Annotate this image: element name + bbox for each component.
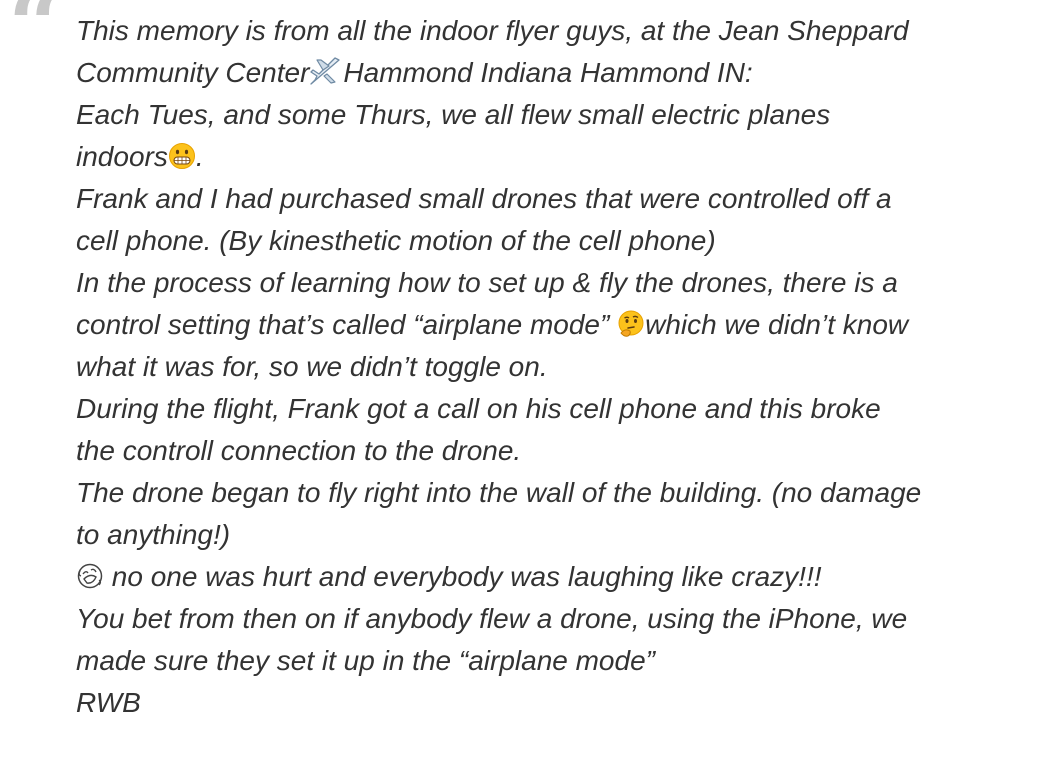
line-text: During the flight, Frank got a call on h…	[76, 393, 881, 424]
quote-line: no one was hurt and everybody was laughi…	[76, 556, 1038, 598]
line-text: what it was for, so we didn’t toggle on.	[76, 351, 548, 382]
quote-line: The drone began to fly right into the wa…	[76, 472, 1038, 514]
line-text: .	[195, 141, 204, 172]
grimacing-face-icon	[168, 140, 196, 182]
airplane-icon	[309, 56, 343, 98]
line-text: cell phone. (By kinesthetic motion of th…	[76, 225, 716, 256]
thinking-face-icon	[617, 308, 645, 350]
quote-line: made sure they set it up in the “airplan…	[76, 640, 1038, 682]
line-text: indoors	[76, 141, 168, 172]
quote-line: This memory is from all the indoor flyer…	[76, 10, 1038, 52]
quote-line: Community Center Hammond Indiana Hammond…	[76, 52, 1038, 94]
line-text: The drone began to fly right into the wa…	[76, 477, 922, 508]
quote-signature: RWB	[76, 682, 1038, 724]
quote-line: what it was for, so we didn’t toggle on.	[76, 346, 1038, 388]
quote-line: Each Tues, and some Thurs, we all flew s…	[76, 94, 1038, 136]
quote-line: control setting that’s called “airplane …	[76, 304, 1038, 346]
quote-line: You bet from then on if anybody flew a d…	[76, 598, 1038, 640]
line-text: You bet from then on if anybody flew a d…	[76, 603, 908, 634]
laughing-tears-outline-icon	[76, 560, 104, 602]
line-text: control setting that’s called “airplane …	[76, 309, 618, 340]
line-text: In the process of learning how to set up…	[76, 267, 898, 298]
quote-line: indoors .	[76, 136, 1038, 178]
line-text: to anything!)	[76, 519, 231, 550]
line-text: Each Tues, and some Thurs, we all flew s…	[76, 99, 831, 130]
quote-body: This memory is from all the indoor flyer…	[76, 10, 1038, 724]
quote-line: the controll connection to the drone.	[76, 430, 1038, 472]
line-text: Hammond Indiana Hammond IN:	[343, 57, 753, 88]
line-text: no one was hurt and everybody was laughi…	[104, 561, 822, 592]
line-text: which we didn’t know	[645, 309, 909, 340]
line-text: Community Center	[76, 57, 310, 88]
quote-line: In the process of learning how to set up…	[76, 262, 1038, 304]
quote-line: to anything!)	[76, 514, 1038, 556]
quote-line: Frank and I had purchased small drones t…	[76, 178, 1038, 220]
line-text: This memory is from all the indoor flyer…	[76, 15, 909, 46]
line-text: Frank and I had purchased small drones t…	[76, 183, 892, 214]
line-text: made sure they set it up in the “airplan…	[76, 645, 655, 676]
line-text: the controll connection to the drone.	[76, 435, 522, 466]
quote-line: During the flight, Frank got a call on h…	[76, 388, 1038, 430]
line-text: RWB	[76, 687, 141, 718]
quote-mark-icon: “	[8, 0, 64, 82]
quote-line: cell phone. (By kinesthetic motion of th…	[76, 220, 1038, 262]
